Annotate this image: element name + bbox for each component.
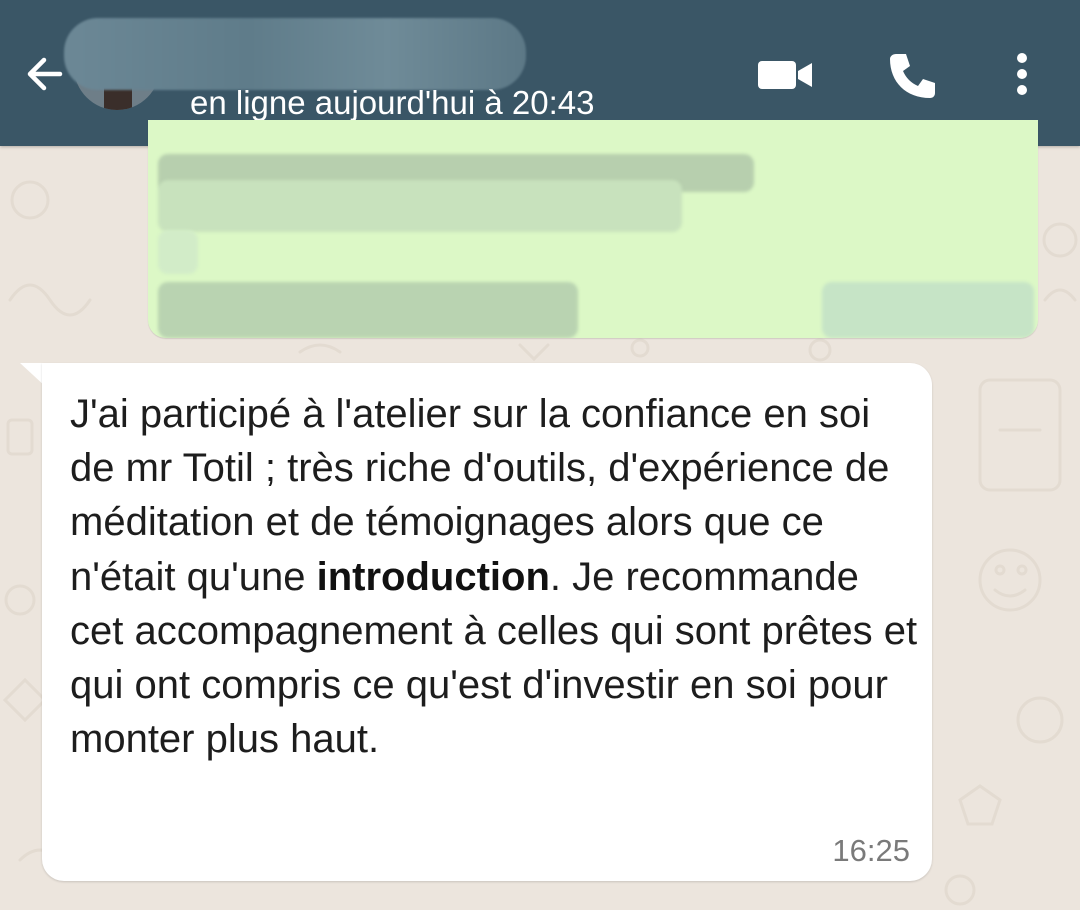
video-camera-icon[interactable]	[756, 56, 814, 94]
more-vertical-icon[interactable]	[1008, 50, 1036, 98]
message-text: J'ai participé à l'atelier sur la confia…	[70, 387, 920, 766]
message-timestamp: 16:25	[832, 833, 910, 868]
arrow-left-icon[interactable]	[20, 50, 68, 98]
contact-status: en ligne aujourd'hui à 20:43	[190, 84, 595, 121]
outgoing-message-redacted[interactable]	[148, 120, 1038, 338]
incoming-message[interactable]: J'ai participé à l'atelier sur la confia…	[42, 363, 932, 881]
message-bold-word: introduction	[316, 554, 550, 599]
contact-name-redacted[interactable]	[64, 18, 526, 90]
phone-icon[interactable]	[886, 50, 938, 102]
